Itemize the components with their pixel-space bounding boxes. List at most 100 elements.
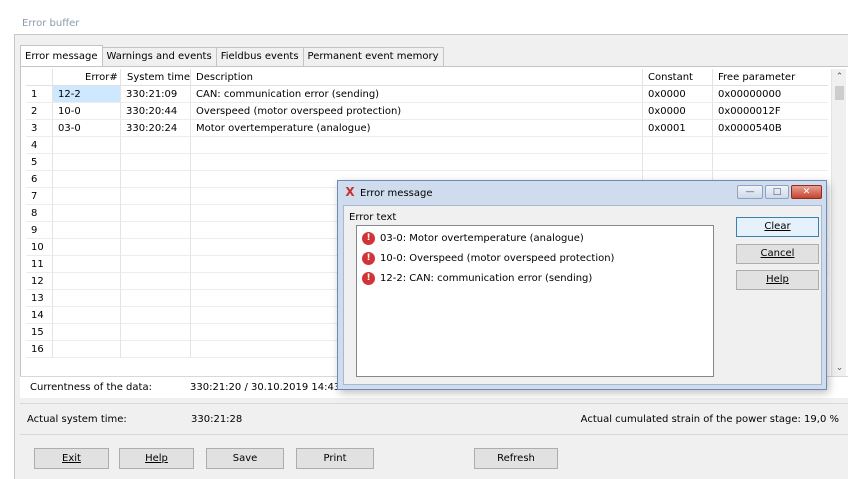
table-cell-time[interactable]	[121, 273, 191, 290]
clear-button[interactable]: Clear	[736, 217, 819, 237]
table-row[interactable]: 1 12-2 330:21:09 CAN: communication error (…	[26, 86, 828, 103]
scroll-thumb[interactable]	[835, 86, 844, 100]
table-cell-time[interactable]	[121, 222, 191, 239]
dialog-help-button[interactable]: Help	[736, 270, 819, 290]
table-cell-time[interactable]	[121, 341, 191, 358]
table-cell-error[interactable]: 10-0	[53, 103, 121, 120]
maximize-icon[interactable]: □	[765, 185, 789, 199]
table-cell-description[interactable]	[191, 137, 643, 154]
list-item[interactable]: ! 03-0: Motor overtemperature (analogue)	[362, 230, 584, 246]
scroll-down-icon[interactable]: ⌄	[832, 361, 847, 375]
cancel-button[interactable]: Cancel	[736, 244, 819, 264]
table-cell-num[interactable]: 5	[26, 154, 53, 171]
table-cell-error[interactable]	[53, 290, 121, 307]
table-cell-error[interactable]: 12-2	[53, 86, 121, 103]
header-error-number[interactable]: Error#	[53, 69, 121, 86]
table-cell-time[interactable]: 330:20:24	[121, 120, 191, 137]
table-cell-constant[interactable]: 0x0000	[643, 86, 713, 103]
header-free-parameter[interactable]: Free parameter	[713, 69, 828, 86]
table-row[interactable]: 5	[26, 154, 828, 171]
table-cell-num[interactable]: 4	[26, 137, 53, 154]
table-cell-error[interactable]	[53, 154, 121, 171]
table-cell-constant[interactable]: 0x0001	[643, 120, 713, 137]
table-cell-num[interactable]: 16	[26, 341, 53, 358]
table-cell-num[interactable]: 13	[26, 290, 53, 307]
table-cell-error[interactable]	[53, 341, 121, 358]
table-header: Error# System time Description Constant …	[26, 69, 828, 86]
currentness-value: 330:21:20 / 30.10.2019 14:43:41	[190, 382, 357, 393]
table-cell-time[interactable]	[121, 307, 191, 324]
refresh-button[interactable]: Refresh	[474, 448, 558, 469]
table-cell-error[interactable]	[53, 324, 121, 341]
table-cell-free[interactable]: 0x0000540B	[713, 120, 828, 137]
list-item[interactable]: ! 10-0: Overspeed (motor overspeed prote…	[362, 250, 614, 266]
table-cell-time[interactable]	[121, 256, 191, 273]
table-cell-time[interactable]	[121, 171, 191, 188]
table-cell-time[interactable]	[121, 137, 191, 154]
table-cell-description[interactable]: Overspeed (motor overspeed protection)	[191, 103, 643, 120]
table-cell-num[interactable]: 1	[26, 86, 53, 103]
table-cell-error[interactable]	[53, 222, 121, 239]
close-icon[interactable]: ✕	[791, 185, 822, 199]
table-cell-error[interactable]	[53, 188, 121, 205]
table-cell-time[interactable]	[121, 239, 191, 256]
table-cell-time[interactable]	[121, 188, 191, 205]
table-cell-constant[interactable]	[643, 137, 713, 154]
table-row[interactable]: 4	[26, 137, 828, 154]
table-cell-free[interactable]	[713, 154, 828, 171]
table-row[interactable]: 3 03-0 330:20:24 Motor overtemperature (ana…	[26, 120, 828, 137]
table-cell-num[interactable]: 3	[26, 120, 53, 137]
table-scrollbar[interactable]: ⌃ ⌄	[831, 69, 846, 376]
header-constant[interactable]: Constant	[643, 69, 713, 86]
table-cell-time[interactable]: 330:21:09	[121, 86, 191, 103]
minimize-icon[interactable]: —	[737, 185, 763, 199]
error-text-list[interactable]: ! 03-0: Motor overtemperature (analogue)…	[356, 225, 714, 377]
print-button[interactable]: Print	[296, 448, 374, 469]
table-cell-error[interactable]	[53, 273, 121, 290]
table-cell-time[interactable]	[121, 290, 191, 307]
table-cell-num[interactable]: 7	[26, 188, 53, 205]
help-button-label: Help	[145, 453, 168, 464]
tab-permanent-event-memory[interactable]: Permanent event memory	[303, 47, 444, 66]
table-cell-free[interactable]: 0x0000012F	[713, 103, 828, 120]
table-cell-time[interactable]	[121, 154, 191, 171]
table-cell-num[interactable]: 6	[26, 171, 53, 188]
error-message-dialog: X Error message — □ ✕ Error text ! 03-0:…	[337, 180, 827, 390]
table-cell-num[interactable]: 8	[26, 205, 53, 222]
table-cell-free[interactable]: 0x00000000	[713, 86, 828, 103]
header-description[interactable]: Description	[191, 69, 643, 86]
exit-button[interactable]: Exit	[34, 448, 109, 469]
table-cell-num[interactable]: 14	[26, 307, 53, 324]
save-button[interactable]: Save	[206, 448, 284, 469]
table-cell-description[interactable]	[191, 154, 643, 171]
table-row[interactable]: 2 10-0 330:20:44 Overspeed (motor overspeed…	[26, 103, 828, 120]
table-cell-num[interactable]: 10	[26, 239, 53, 256]
table-cell-error[interactable]	[53, 205, 121, 222]
scroll-up-icon[interactable]: ⌃	[832, 70, 847, 84]
list-item[interactable]: ! 12-2: CAN: communication error (sendin…	[362, 270, 592, 286]
table-cell-description[interactable]: CAN: communication error (sending)	[191, 86, 643, 103]
table-cell-error[interactable]	[53, 256, 121, 273]
header-system-time[interactable]: System time	[121, 69, 191, 86]
table-cell-free[interactable]	[713, 137, 828, 154]
table-cell-num[interactable]: 12	[26, 273, 53, 290]
tab-error-message[interactable]: Error message	[20, 45, 103, 66]
table-cell-constant[interactable]: 0x0000	[643, 103, 713, 120]
table-cell-num[interactable]: 11	[26, 256, 53, 273]
table-cell-num[interactable]: 2	[26, 103, 53, 120]
table-cell-num[interactable]: 15	[26, 324, 53, 341]
table-cell-time[interactable]: 330:20:44	[121, 103, 191, 120]
table-cell-error[interactable]	[53, 137, 121, 154]
table-cell-time[interactable]	[121, 324, 191, 341]
table-cell-error[interactable]	[53, 307, 121, 324]
table-cell-constant[interactable]	[643, 154, 713, 171]
table-cell-error[interactable]	[53, 239, 121, 256]
table-cell-time[interactable]	[121, 205, 191, 222]
tab-warnings-and-events[interactable]: Warnings and events	[102, 47, 217, 66]
help-button[interactable]: Help	[119, 448, 194, 469]
table-cell-error[interactable]	[53, 171, 121, 188]
tab-fieldbus-events[interactable]: Fieldbus events	[216, 47, 304, 66]
table-cell-num[interactable]: 9	[26, 222, 53, 239]
table-cell-description[interactable]: Motor overtemperature (analogue)	[191, 120, 643, 137]
table-cell-error[interactable]: 03-0	[53, 120, 121, 137]
